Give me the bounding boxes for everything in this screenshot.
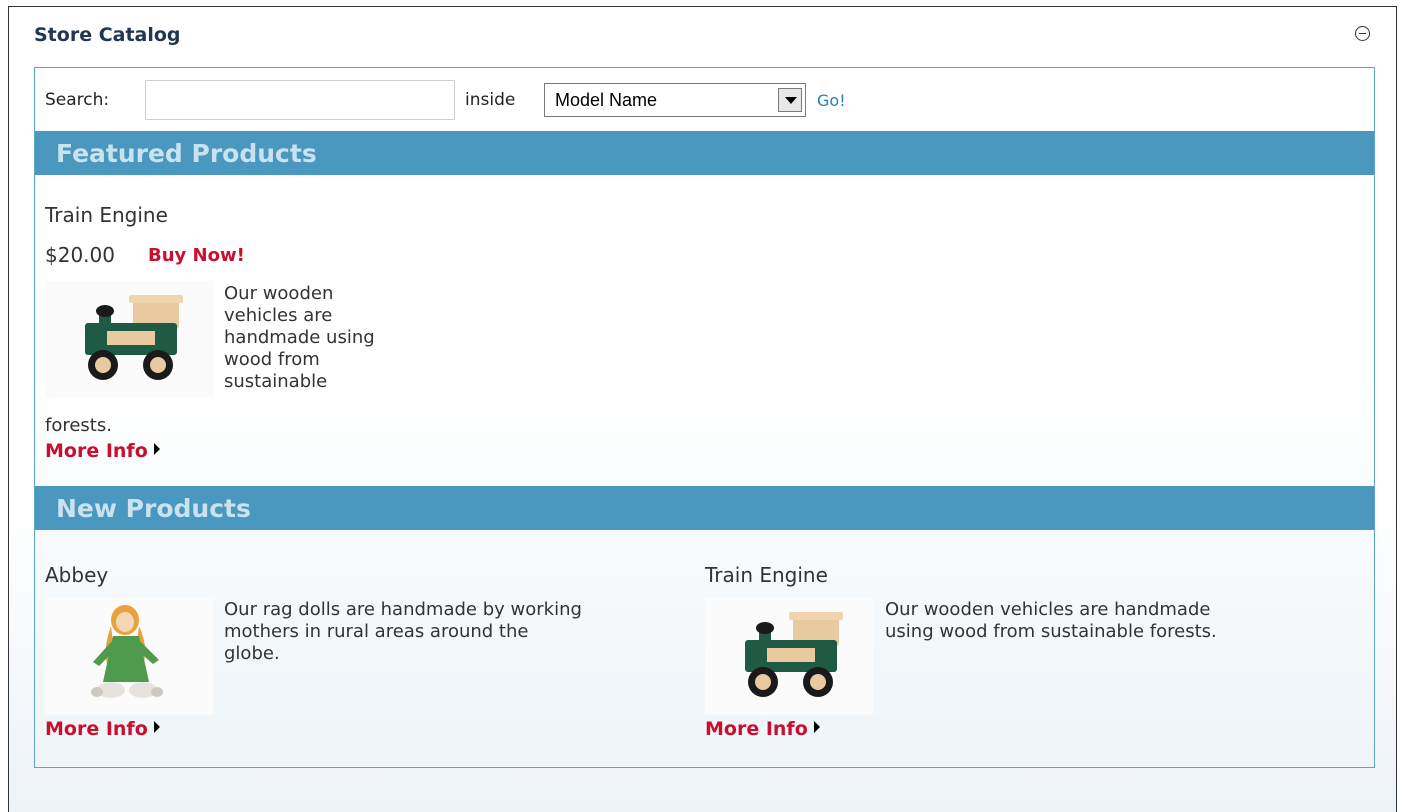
arrow-right-icon xyxy=(813,721,820,733)
product-price: $20.00 xyxy=(45,243,115,267)
description-line: using wood from sustainable forests. xyxy=(885,621,1217,642)
product-name-link[interactable]: Train Engine xyxy=(705,563,828,587)
more-info-link[interactable]: More Info xyxy=(45,718,160,740)
description-tail: forests. xyxy=(45,415,112,436)
new-products-header: New Products xyxy=(35,486,1374,530)
new-products-heading: New Products xyxy=(56,494,251,523)
portlet-title: Store Catalog xyxy=(34,24,181,46)
inside-label: inside xyxy=(465,90,516,110)
search-label: Search: xyxy=(45,90,110,110)
description-line: Our rag dolls are handmade by working xyxy=(224,599,582,620)
more-info-label: More Info xyxy=(705,718,808,740)
description-line: handmade using xyxy=(224,327,375,348)
product-description: Our wooden vehicles are handmade using w… xyxy=(885,599,1217,643)
chevron-down-icon[interactable] xyxy=(778,88,802,112)
description-line: mothers in rural areas around the xyxy=(224,621,529,642)
product-name-link[interactable]: Abbey xyxy=(45,563,108,587)
search-row: Search: inside Model Name Go! xyxy=(35,68,1374,131)
more-info-label: More Info xyxy=(45,440,148,462)
catalog-box: Search: inside Model Name Go! Featured P… xyxy=(34,67,1375,768)
train-engine-image[interactable] xyxy=(705,598,873,715)
rag-doll-image[interactable] xyxy=(45,598,213,715)
buy-now-link[interactable]: Buy Now! xyxy=(148,245,245,266)
more-info-link[interactable]: More Info xyxy=(705,718,820,740)
featured-products-header: Featured Products xyxy=(35,131,1374,175)
go-link[interactable]: Go! xyxy=(817,91,846,110)
train-engine-image[interactable] xyxy=(45,281,213,398)
search-input[interactable] xyxy=(145,80,455,120)
arrow-right-icon xyxy=(153,443,160,455)
arrow-right-icon xyxy=(153,721,160,733)
collapse-icon[interactable] xyxy=(1355,26,1370,41)
featured-products-heading: Featured Products xyxy=(56,139,317,168)
product-description: Our wooden vehicles are handmade using w… xyxy=(224,283,375,393)
description-line: Our wooden vehicles are handmade xyxy=(885,599,1211,620)
search-field-selected: Model Name xyxy=(555,90,658,110)
search-field-select[interactable]: Model Name xyxy=(544,83,806,117)
store-catalog-portlet: Store Catalog Search: inside Model Name … xyxy=(8,6,1397,812)
more-info-link[interactable]: More Info xyxy=(45,440,160,462)
description-line: globe. xyxy=(224,643,280,664)
more-info-label: More Info xyxy=(45,718,148,740)
description-line: Our wooden xyxy=(224,283,334,304)
product-name-link[interactable]: Train Engine xyxy=(45,203,168,227)
description-line: vehicles are xyxy=(224,305,333,326)
description-line: sustainable xyxy=(224,371,328,392)
description-line: wood from xyxy=(224,349,320,370)
product-description: Our rag dolls are handmade by working mo… xyxy=(224,599,582,665)
